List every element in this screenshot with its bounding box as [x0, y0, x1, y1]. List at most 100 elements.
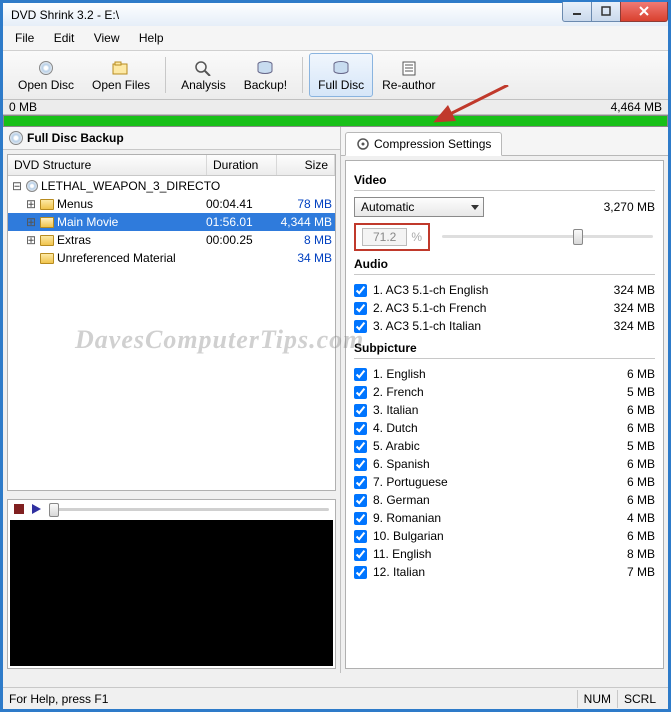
- compression-slider[interactable]: [442, 235, 653, 238]
- expand-icon[interactable]: ⊞: [25, 215, 37, 229]
- video-size: 3,270 MB: [604, 200, 655, 214]
- subpicture-track-checkbox[interactable]: [354, 422, 367, 435]
- gear-icon: [356, 137, 370, 151]
- menu-help[interactable]: Help: [131, 28, 172, 48]
- toolbar: Open Disc Open Files Analysis Backup! Fu…: [3, 51, 668, 100]
- subpicture-track-checkbox[interactable]: [354, 368, 367, 381]
- full-disc-button[interactable]: Full Disc: [309, 53, 373, 97]
- tree-row-unreferenced[interactable]: ⊞Unreferenced Material 34 MB: [8, 249, 335, 267]
- subpicture-track-checkbox[interactable]: [354, 386, 367, 399]
- menu-edit[interactable]: Edit: [46, 28, 83, 48]
- reauthor-label: Re-author: [382, 78, 435, 92]
- close-button[interactable]: [620, 2, 668, 22]
- chevron-down-icon: [471, 205, 479, 210]
- slider-thumb[interactable]: [49, 503, 59, 517]
- audio-track-checkbox[interactable]: [354, 320, 367, 333]
- status-bar: For Help, press F1 NUM SCRL: [3, 687, 668, 709]
- open-files-button[interactable]: Open Files: [83, 53, 159, 97]
- subpicture-track-checkbox[interactable]: [354, 476, 367, 489]
- subpicture-track-row[interactable]: 7. Portuguese 6 MB: [354, 473, 655, 491]
- subpicture-track-row[interactable]: 3. Italian6 MB: [354, 401, 655, 419]
- titlebar: DVD Shrink 3.2 - E:\: [3, 0, 668, 26]
- subpicture-track-row[interactable]: 5. Arabic5 MB: [354, 437, 655, 455]
- tree-row-menus[interactable]: ⊞Menus 00:04.4178 MB: [8, 195, 335, 213]
- tab-bar: Compression Settings: [341, 127, 668, 156]
- subpicture-track-checkbox[interactable]: [354, 548, 367, 561]
- audio-track-checkbox[interactable]: [354, 284, 367, 297]
- full-disc-icon: [332, 58, 350, 78]
- audio-track-row[interactable]: 3. AC3 5.1-ch Italian324 MB: [354, 317, 655, 335]
- subpicture-track-checkbox[interactable]: [354, 404, 367, 417]
- full-disc-label: Full Disc: [318, 78, 364, 92]
- collapse-icon[interactable]: ⊟: [11, 179, 23, 193]
- subpicture-track-size: 8 MB: [627, 547, 655, 561]
- col-structure[interactable]: DVD Structure: [8, 155, 207, 175]
- audio-track-checkbox[interactable]: [354, 302, 367, 315]
- subpicture-track-label: 5. Arabic: [373, 439, 420, 453]
- subpicture-track-size: 6 MB: [627, 493, 655, 507]
- subpicture-track-label: 4. Dutch: [373, 421, 418, 435]
- tree-row-extras[interactable]: ⊞Extras 00:00.258 MB: [8, 231, 335, 249]
- expand-icon[interactable]: ⊞: [25, 233, 37, 247]
- tab-compression-settings[interactable]: Compression Settings: [345, 132, 502, 156]
- subpicture-track-checkbox[interactable]: [354, 458, 367, 471]
- backup-button[interactable]: Backup!: [235, 53, 296, 97]
- subpicture-track-checkbox[interactable]: [354, 494, 367, 507]
- subpicture-track-label: 11. English: [373, 547, 431, 561]
- subpicture-track-label: 12. Italian: [373, 565, 425, 579]
- subpicture-track-checkbox[interactable]: [354, 512, 367, 525]
- subpicture-track-size: 6 MB: [627, 367, 655, 381]
- menubar: File Edit View Help: [3, 26, 668, 51]
- col-duration[interactable]: Duration: [207, 155, 277, 175]
- column-header[interactable]: DVD Structure Duration Size: [8, 155, 335, 176]
- analysis-icon: [194, 58, 212, 78]
- tree-row-root[interactable]: ⊟LETHAL_WEAPON_3_DIRECTO: [8, 177, 335, 195]
- stop-button[interactable]: [14, 504, 24, 514]
- left-panel-title: Full Disc Backup: [3, 127, 340, 150]
- expand-icon[interactable]: ⊞: [25, 197, 37, 211]
- subpicture-track-row[interactable]: 2. French5 MB: [354, 383, 655, 401]
- subpicture-track-row[interactable]: 6. Spanish6 MB: [354, 455, 655, 473]
- subpicture-track-row[interactable]: 1. English 6 MB: [354, 365, 655, 383]
- subpicture-track-size: 6 MB: [627, 475, 655, 489]
- subpicture-track-label: 2. French: [373, 385, 424, 399]
- play-button[interactable]: [32, 504, 41, 514]
- subpicture-track-row[interactable]: 10. Bulgarian6 MB: [354, 527, 655, 545]
- audio-track-row[interactable]: 1. AC3 5.1-ch English 324 MB: [354, 281, 655, 299]
- size-right: 4,464 MB: [611, 100, 662, 114]
- subpicture-track-checkbox[interactable]: [354, 440, 367, 453]
- preview-slider[interactable]: [49, 508, 329, 511]
- open-disc-button[interactable]: Open Disc: [9, 53, 83, 97]
- audio-track-size: 324 MB: [614, 319, 655, 333]
- audio-track-label: 1. AC3 5.1-ch English: [373, 283, 488, 297]
- audio-track-row[interactable]: 2. AC3 5.1-ch French324 MB: [354, 299, 655, 317]
- subpicture-track-size: 6 MB: [627, 529, 655, 543]
- subpicture-track-label: 9. Romanian: [373, 511, 441, 525]
- video-mode-combo[interactable]: Automatic: [354, 197, 484, 217]
- status-help: For Help, press F1: [9, 692, 577, 706]
- analysis-button[interactable]: Analysis: [172, 53, 235, 97]
- size-bar: 0 MB 4,464 MB: [3, 100, 668, 115]
- subpicture-track-row[interactable]: 8. German6 MB: [354, 491, 655, 509]
- subpicture-track-label: 7. Portuguese: [373, 475, 448, 489]
- subpicture-track-row[interactable]: 11. English 8 MB: [354, 545, 655, 563]
- subpicture-track-label: 1. English: [373, 367, 426, 381]
- tree-row-main-movie[interactable]: ⊞Main Movie 01:56.014,344 MB: [8, 213, 335, 231]
- dvd-structure-tree[interactable]: DVD Structure Duration Size ⊟LETHAL_WEAP…: [7, 154, 336, 491]
- preview-panel: [7, 499, 336, 669]
- subpicture-track-checkbox[interactable]: [354, 530, 367, 543]
- audio-track-size: 324 MB: [614, 283, 655, 297]
- subpicture-track-checkbox[interactable]: [354, 566, 367, 579]
- menu-file[interactable]: File: [7, 28, 42, 48]
- minimize-button[interactable]: [562, 2, 592, 22]
- audio-track-label: 2. AC3 5.1-ch French: [373, 301, 486, 315]
- subpicture-track-row[interactable]: 4. Dutch6 MB: [354, 419, 655, 437]
- menu-view[interactable]: View: [86, 28, 128, 48]
- subpicture-heading: Subpicture: [354, 341, 655, 359]
- subpicture-track-row[interactable]: 9. Romanian4 MB: [354, 509, 655, 527]
- col-size[interactable]: Size: [277, 155, 335, 175]
- subpicture-track-row[interactable]: 12. Italian7 MB: [354, 563, 655, 581]
- maximize-button[interactable]: [591, 2, 621, 22]
- slider-thumb[interactable]: [573, 229, 583, 245]
- reauthor-button[interactable]: Re-author: [373, 53, 444, 97]
